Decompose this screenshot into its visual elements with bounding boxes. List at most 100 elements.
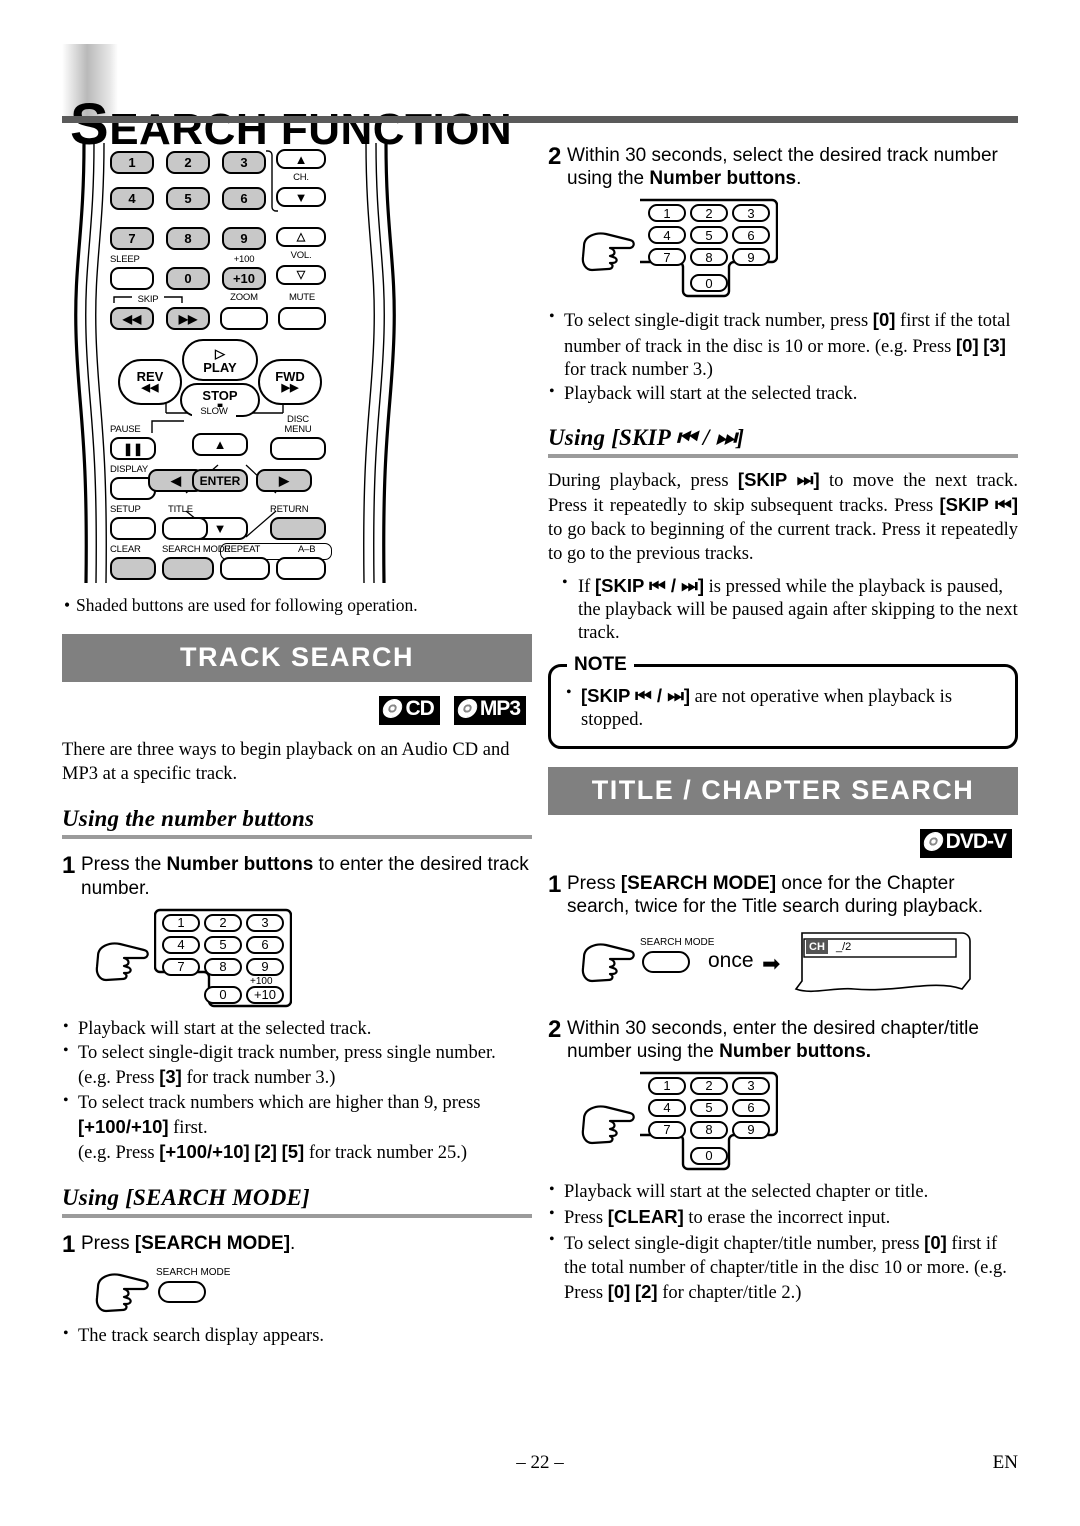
bullet-higher-than-9: To select track numbers which are higher…	[62, 1091, 532, 1166]
keypad-key-4[interactable]: 4	[648, 1098, 686, 1117]
osd-chip-ch: CH	[806, 939, 828, 954]
remote-key-setup[interactable]	[110, 517, 156, 540]
remote-label-display: DISPLAY	[110, 464, 149, 475]
track-search-intro: There are three ways to begin playback o…	[62, 740, 510, 784]
keypad-key-1[interactable]: 1	[648, 1076, 686, 1095]
keypad-key-3[interactable]: 3	[732, 1076, 770, 1095]
keypad-key-9[interactable]: 9	[732, 248, 770, 267]
keypad-key-8[interactable]: 8	[204, 957, 242, 976]
bullet-single-digit: To select single-digit track number, pre…	[62, 1041, 532, 1091]
keypad-key-3[interactable]: 3	[246, 913, 284, 932]
remote-key-1[interactable]: 1	[110, 151, 154, 174]
keypad-key-7[interactable]: 7	[648, 248, 686, 267]
keypad-key-1[interactable]: 1	[648, 204, 686, 223]
remote-key-vol-up[interactable]: △	[276, 227, 326, 247]
step-number: 2	[548, 143, 562, 170]
keypad-key-5[interactable]: 5	[690, 1098, 728, 1117]
remote-key-skip-prev[interactable]: ◀◀	[110, 307, 154, 330]
disc-icon	[382, 696, 404, 721]
remote-key-fwd[interactable]: FWD ▶▶	[258, 359, 322, 405]
remote-key-ch-up[interactable]: ▲	[276, 149, 326, 169]
bullet-track-search-display: The track search display appears.	[62, 1324, 532, 1348]
once-label: once	[708, 948, 754, 972]
remote-label-zoom: ZOOM	[230, 292, 258, 303]
remote-label-plus100: +100	[233, 254, 255, 265]
keypad-key-5[interactable]: 5	[690, 226, 728, 245]
keypad-key-9[interactable]: 9	[246, 957, 284, 976]
remote-key-play[interactable]: ▷ PLAY	[182, 339, 258, 381]
keypad-key-5[interactable]: 5	[204, 935, 242, 954]
mp3-logo: MP3	[453, 696, 526, 725]
keypad-key-1[interactable]: 1	[162, 913, 200, 932]
bullet-glyph: •	[64, 595, 71, 615]
step-text: Within 30 seconds, enter the desired cha…	[567, 1017, 979, 1062]
section-bar-track-search: TRACK SEARCH	[62, 634, 532, 682]
remote-key-2[interactable]: 2	[166, 151, 210, 174]
remote-label-mute: MUTE	[288, 292, 316, 303]
keypad-key-0[interactable]: 0	[204, 985, 242, 1004]
section-bar-title-chapter-search: TITLE / CHAPTER SEARCH	[548, 767, 1018, 816]
cd-logo: CD	[379, 696, 440, 725]
remote-key-6[interactable]: 6	[222, 187, 266, 210]
remote-key-9[interactable]: 9	[222, 227, 266, 250]
remote-key-4[interactable]: 4	[110, 187, 154, 210]
remote-label-skip: SKIP	[137, 294, 159, 305]
keypad-key-2[interactable]: 2	[690, 204, 728, 223]
subheading-using-search-mode: Using [SEARCH MODE]	[62, 1185, 310, 1211]
search-mode-button-figure: SEARCH MODE	[62, 1265, 532, 1317]
keypad-key-2[interactable]: 2	[204, 913, 242, 932]
keypad-key-7[interactable]: 7	[162, 957, 200, 976]
keypad-key-9[interactable]: 9	[732, 1120, 770, 1139]
keypad-group: 1 2 3 4 5 6 7 8 9 0	[640, 196, 778, 300]
remote-key-5[interactable]: 5	[166, 187, 210, 210]
remote-key-skip-next[interactable]: ▶▶	[166, 307, 210, 330]
remote-key-vol-down[interactable]: ▽	[276, 265, 326, 285]
step-text: Press the Number buttons to enter the de…	[81, 854, 529, 899]
title-underline-rule	[62, 116, 1018, 123]
keypad-key-8[interactable]: 8	[690, 248, 728, 267]
keypad-key-6[interactable]: 6	[732, 1098, 770, 1117]
keypad-key-6[interactable]: 6	[732, 226, 770, 245]
remote-key-repeat[interactable]	[220, 557, 270, 580]
remote-key-3[interactable]: 3	[222, 151, 266, 174]
remote-key-plus10[interactable]: +10	[222, 267, 266, 290]
remote-label-ab: A–B	[298, 544, 316, 555]
remote-key-7[interactable]: 7	[110, 227, 154, 250]
search-mode-button[interactable]	[158, 1281, 206, 1304]
step-1-number-buttons: 1 Press the Number buttons to enter the …	[62, 852, 532, 899]
right-arrow-icon: ➡	[762, 950, 781, 976]
remote-key-search-mode[interactable]	[162, 557, 214, 580]
keypad-key-3[interactable]: 3	[732, 204, 770, 223]
keypad-key-0[interactable]: 0	[690, 1146, 728, 1165]
keypad-key-4[interactable]: 4	[648, 226, 686, 245]
keypad-key-0[interactable]: 0	[690, 274, 728, 293]
remote-key-title[interactable]	[162, 517, 208, 540]
remote-key-ch-down[interactable]: ▼	[276, 187, 326, 207]
remote-key-mute[interactable]	[278, 307, 326, 330]
keypad-key-7[interactable]: 7	[648, 1120, 686, 1139]
search-mode-bullets: The track search display appears.	[62, 1324, 532, 1348]
keypad-key-plus10[interactable]: +10	[246, 985, 284, 1004]
remote-key-ab[interactable]	[276, 557, 326, 580]
remote-key-enter[interactable]: ENTER	[192, 469, 248, 492]
keypad-key-6[interactable]: 6	[246, 935, 284, 954]
remote-key-zoom[interactable]	[220, 307, 268, 330]
pointing-hand-icon	[95, 942, 149, 981]
remote-label-ch: CH.	[293, 172, 309, 183]
keypad-key-8[interactable]: 8	[690, 1120, 728, 1139]
remote-key-sleep[interactable]	[110, 267, 154, 290]
remote-key-8[interactable]: 8	[166, 227, 210, 250]
remote-key-disc-menu[interactable]	[270, 437, 326, 460]
remote-key-return[interactable]	[270, 517, 326, 540]
remote-key-rev[interactable]: REV ◀◀	[118, 359, 182, 405]
remote-key-clear[interactable]	[110, 557, 156, 580]
search-mode-button-label: SEARCH MODE	[156, 1267, 231, 1279]
remote-key-pause[interactable]: ❚❚	[110, 437, 156, 460]
keypad-key-2[interactable]: 2	[690, 1076, 728, 1095]
note-box: NOTE [SKIP ⏮ / ⏭] are not operative when…	[548, 653, 1018, 750]
remote-key-0[interactable]: 0	[166, 267, 210, 290]
keypad-key-4[interactable]: 4	[162, 935, 200, 954]
remote-key-up[interactable]: ▲	[192, 433, 248, 456]
remote-key-right[interactable]: ▶	[256, 469, 312, 492]
search-mode-button[interactable]	[642, 950, 690, 973]
